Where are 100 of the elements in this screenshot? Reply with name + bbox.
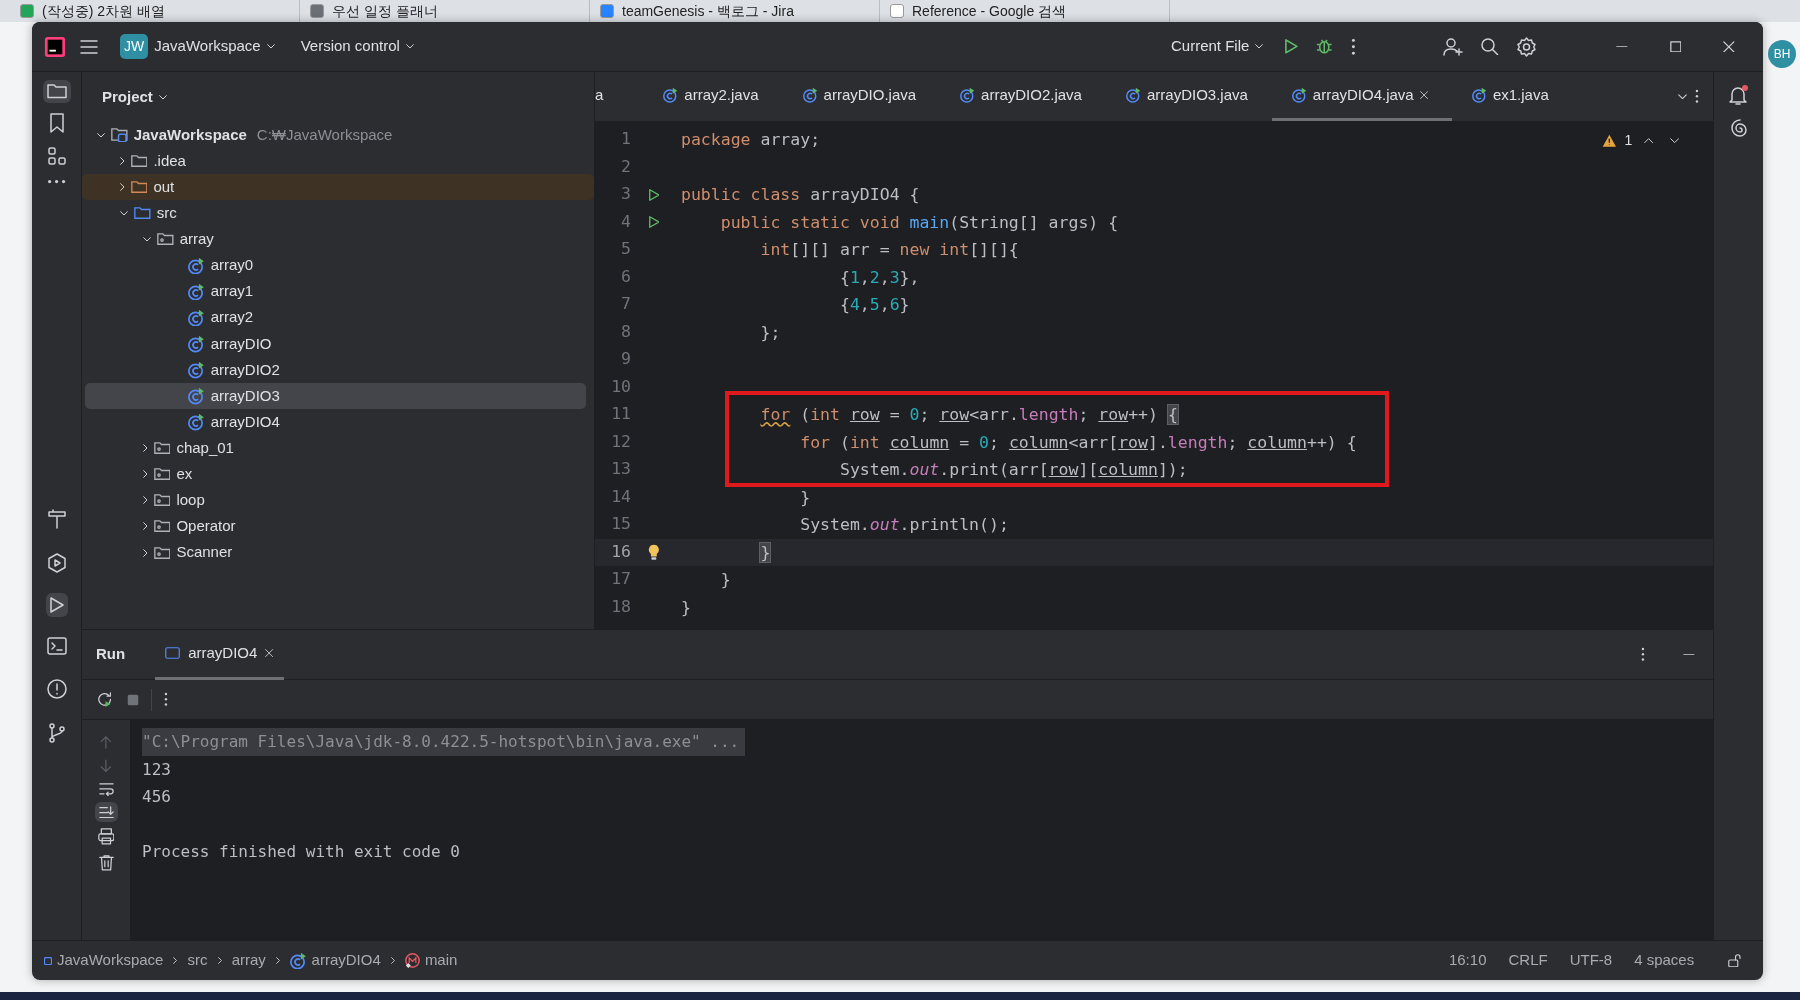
editor-tab[interactable]: arrayDIO2.java bbox=[940, 72, 1106, 121]
status-item[interactable]: 4 spaces bbox=[1628, 949, 1701, 972]
tree-item[interactable]: arrayDIO3 bbox=[85, 382, 586, 410]
run-config-selector[interactable]: Current File bbox=[1163, 31, 1272, 62]
user-avatar[interactable]: BH bbox=[1768, 40, 1796, 68]
tree-item[interactable]: Operator bbox=[85, 513, 586, 540]
line-number: 1 bbox=[620, 128, 631, 151]
console-line: 456 bbox=[142, 786, 172, 808]
line-number: 13 bbox=[610, 458, 631, 481]
code-line: for (int column = 0; column<arr[row].length; column++) { bbox=[799, 431, 1357, 454]
folder-icon bbox=[130, 181, 148, 194]
folder-icon bbox=[130, 155, 148, 168]
run-tab[interactable]: arrayDIO4 bbox=[155, 629, 284, 680]
breadcrumb[interactable]: array bbox=[231, 949, 266, 972]
tree-item[interactable]: JavaWorkspace C:₩JavaWorkspace bbox=[85, 122, 586, 149]
status-item[interactable]: CRLF bbox=[1502, 949, 1554, 972]
tree-item[interactable]: ex bbox=[85, 461, 586, 488]
more-icon bbox=[1641, 647, 1646, 662]
project-switcher[interactable]: JW JavaWorkspace bbox=[112, 30, 283, 63]
tree-item[interactable]: array0 bbox=[85, 252, 586, 279]
chevron-down-icon bbox=[266, 44, 275, 49]
run-gutter-icon[interactable] bbox=[648, 188, 660, 201]
code-line: } bbox=[799, 486, 811, 509]
package-icon bbox=[153, 494, 171, 507]
run-tool-button[interactable] bbox=[45, 592, 68, 617]
tree-item[interactable]: array1 bbox=[85, 278, 586, 305]
run-panel-title: Run bbox=[96, 644, 126, 665]
status-item[interactable]: 16:10 bbox=[1442, 949, 1493, 972]
line-number: 16 bbox=[610, 540, 631, 563]
bulb-icon[interactable] bbox=[648, 543, 660, 561]
tree-item[interactable]: out bbox=[82, 174, 594, 201]
run-icon bbox=[1285, 39, 1299, 54]
tree-item[interactable]: arrayDIO4 bbox=[85, 409, 586, 436]
breadcrumb[interactable]: src bbox=[187, 949, 208, 972]
folder-icon bbox=[134, 207, 151, 220]
editor-tab[interactable]: arrayDIO.java bbox=[782, 72, 941, 121]
status-item[interactable]: UTF-8 bbox=[1563, 949, 1619, 972]
chevron-down-icon bbox=[1255, 44, 1264, 49]
run-gutter-icon[interactable] bbox=[648, 216, 660, 229]
notifications-icon bbox=[1728, 84, 1749, 105]
breadcrumb[interactable]: JavaWorkspace bbox=[44, 949, 164, 972]
maximize-icon bbox=[1669, 40, 1682, 53]
tree-item[interactable]: arrayDIO bbox=[85, 330, 586, 357]
line-number: 9 bbox=[620, 348, 631, 371]
up-arrow-icon bbox=[100, 736, 112, 750]
tree-item[interactable]: array2 bbox=[85, 304, 586, 331]
chevron-right-icon bbox=[143, 444, 148, 453]
breadcrumb[interactable]: arrayDIO4 bbox=[289, 949, 381, 972]
line-number: 15 bbox=[610, 513, 631, 536]
chevron-right-icon bbox=[120, 183, 125, 192]
scroll-to-end-button[interactable] bbox=[94, 801, 118, 823]
tree-item[interactable]: loop bbox=[85, 487, 586, 514]
spiral-icon bbox=[1730, 119, 1747, 137]
project-tool-button[interactable] bbox=[42, 80, 71, 103]
editor-tab[interactable]: a bbox=[595, 72, 644, 121]
stop-icon bbox=[127, 693, 140, 706]
line-number: 2 bbox=[620, 155, 631, 178]
warning-count: 1 bbox=[1624, 131, 1633, 150]
method-icon bbox=[404, 952, 420, 969]
code-line: } bbox=[681, 596, 691, 619]
services-icon bbox=[47, 552, 66, 573]
favicon-icon bbox=[310, 4, 324, 18]
editor-tab[interactable]: arrayDIO3.java bbox=[1105, 72, 1272, 121]
package-icon bbox=[153, 468, 171, 481]
tree-item[interactable]: chap_01 bbox=[85, 435, 586, 462]
tree-item[interactable]: src bbox=[85, 200, 586, 227]
chevron-right-icon bbox=[143, 522, 148, 531]
project-badge: JW bbox=[120, 34, 149, 59]
folder-icon bbox=[46, 84, 67, 99]
scroll-to-end-icon bbox=[98, 805, 114, 819]
code-line: {1,2,3}, bbox=[838, 266, 920, 289]
code-line: public static void main(String[] args) { bbox=[719, 211, 1119, 234]
more-icon bbox=[1695, 89, 1699, 104]
vcs-menu[interactable]: Version control bbox=[292, 31, 422, 62]
tree-item[interactable]: array bbox=[85, 226, 586, 253]
chevron-right-icon bbox=[173, 957, 178, 964]
class-icon bbox=[188, 361, 205, 379]
chevron-right-icon bbox=[143, 548, 148, 557]
tree-item[interactable]: .idea bbox=[85, 148, 586, 175]
close-tab-icon bbox=[1419, 90, 1428, 100]
tree-item[interactable]: arrayDIO2 bbox=[85, 356, 586, 383]
tree-item[interactable]: Scanner bbox=[85, 539, 586, 566]
favicon-icon bbox=[890, 4, 904, 18]
line-number: 10 bbox=[610, 375, 631, 398]
breadcrumb[interactable]: main bbox=[404, 949, 458, 972]
line-number: 14 bbox=[610, 485, 631, 508]
favicon-icon bbox=[20, 4, 34, 18]
console-line: Process finished with exit code 0 bbox=[142, 841, 461, 863]
console-icon bbox=[165, 647, 181, 659]
line-number: 12 bbox=[610, 430, 631, 453]
editor-tab[interactable]: ex1.java bbox=[1451, 72, 1573, 121]
project-view-selector[interactable]: Project bbox=[94, 81, 175, 113]
console-line: 123 bbox=[142, 758, 172, 781]
line-number: 18 bbox=[610, 595, 631, 618]
chevron-right-icon bbox=[120, 157, 125, 166]
line-number: 7 bbox=[620, 293, 631, 316]
code-line: package array; bbox=[681, 129, 821, 151]
class-icon bbox=[188, 256, 205, 275]
editor-tab[interactable]: array2.java bbox=[643, 72, 783, 121]
line-number: 5 bbox=[620, 238, 631, 261]
